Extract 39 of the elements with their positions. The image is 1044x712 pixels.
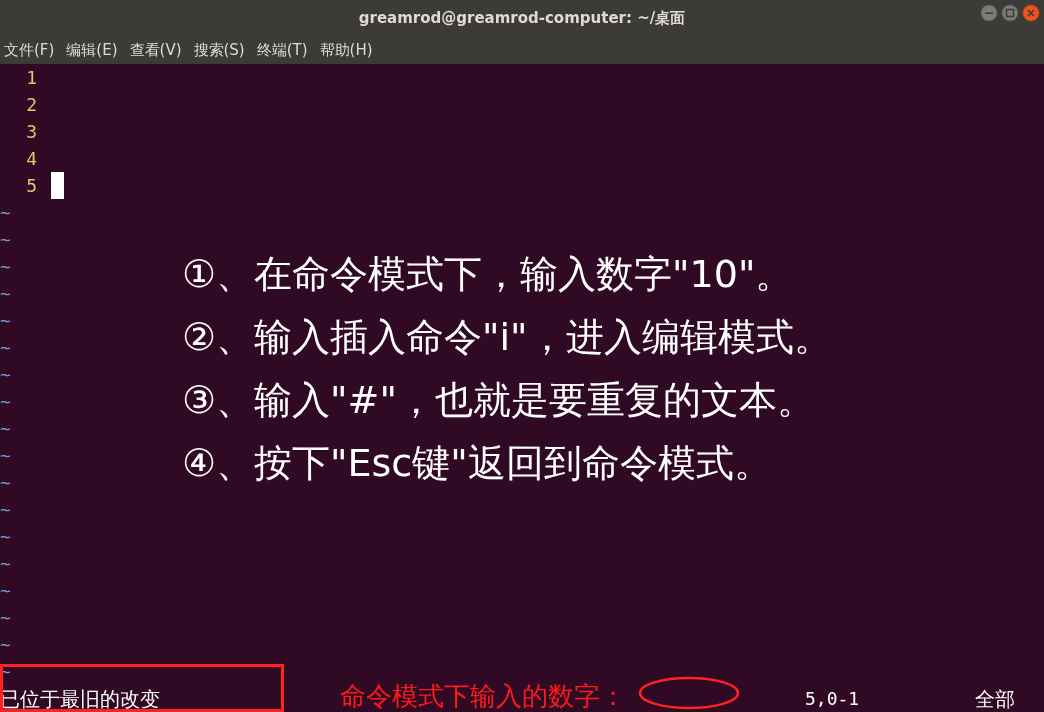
annotation-note: 命令模式下输入的数字： — [340, 680, 626, 712]
menu-item[interactable]: 帮助(H) — [319, 38, 373, 62]
maximize-icon[interactable] — [1001, 4, 1019, 22]
cursor-position: 5,0-1 — [805, 687, 860, 711]
window-title: greamrod@greamrod-computer: ~/桌面 — [358, 7, 686, 29]
tilde-marker: ~ — [0, 228, 11, 252]
line-number: 5 — [25, 174, 37, 198]
line-number: 1 — [25, 66, 37, 90]
tilde-marker: ~ — [0, 336, 11, 360]
tilde-marker: ~ — [0, 390, 11, 414]
tilde-marker: ~ — [0, 417, 11, 441]
line-number: 4 — [25, 147, 37, 171]
tilde-marker: ~ — [0, 309, 11, 333]
tilde-marker: ~ — [0, 444, 11, 468]
menu-item[interactable]: 编辑(E) — [66, 38, 118, 62]
instruction-step: ①、在命令模式下，输入数字"10"。 — [182, 250, 832, 299]
close-icon[interactable] — [1022, 4, 1040, 22]
menu-item[interactable]: 文件(F) — [4, 38, 55, 62]
scroll-indicator: 全部 — [975, 685, 1015, 712]
instruction-step: ④、按下"Esc键"返回到命令模式。 — [182, 439, 832, 488]
instruction-step: ②、输入插入命令"i"，进入编辑模式。 — [182, 313, 832, 362]
tilde-marker: ~ — [0, 255, 11, 279]
instruction-step: ③、输入"#"，也就是要重复的文本。 — [182, 376, 832, 425]
tilde-marker: ~ — [0, 201, 11, 225]
tilde-marker: ~ — [0, 363, 11, 387]
tilde-marker: ~ — [0, 498, 11, 522]
line-number: 3 — [25, 120, 37, 144]
tilde-marker: ~ — [0, 579, 11, 603]
tilde-marker: ~ — [0, 552, 11, 576]
line-number: 2 — [25, 93, 37, 117]
minimize-icon[interactable] — [980, 4, 998, 22]
tilde-marker: ~ — [0, 471, 11, 495]
tilde-marker: ~ — [0, 282, 11, 306]
menu-item[interactable]: 终端(T) — [256, 38, 308, 62]
menu-item[interactable]: 搜索(S) — [193, 38, 245, 62]
tilde-marker: ~ — [0, 606, 11, 630]
tilde-marker: ~ — [0, 525, 11, 549]
tilde-marker: ~ — [0, 633, 11, 657]
menu-item[interactable]: 查看(V) — [129, 38, 182, 62]
